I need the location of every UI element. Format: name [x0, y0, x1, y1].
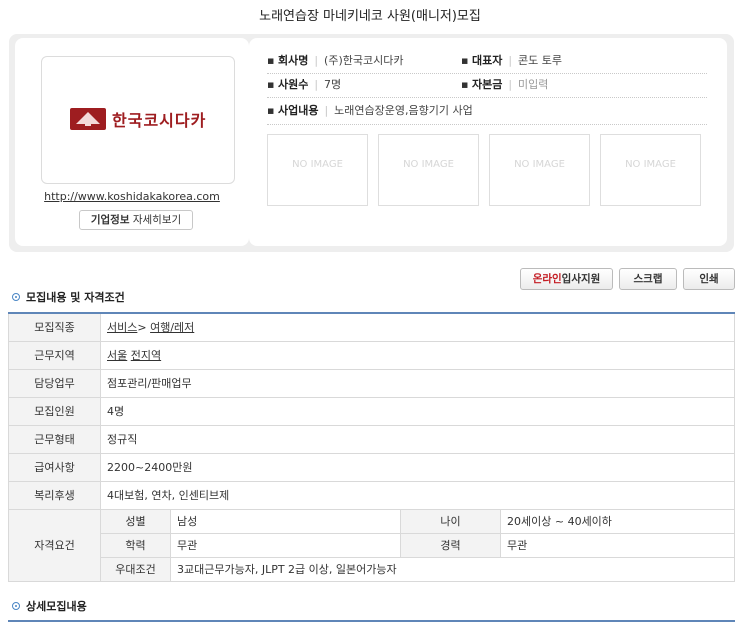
location-city-link[interactable]: 서울: [107, 349, 127, 362]
ceo-row: ▪ 대표자 | 콘도 토루: [461, 54, 563, 67]
requirements-title-text: 모집내용 및 자격조건: [26, 291, 125, 304]
welfare-label: 복리후생: [8, 480, 101, 510]
requirements-section-title: 모집내용 및 자격조건: [12, 290, 125, 306]
qualification-label: 자격요건: [8, 508, 101, 582]
job-type-category-link[interactable]: 서비스: [107, 321, 137, 334]
headcount-label: 모집인원: [8, 396, 101, 426]
capital-value: 미입력: [518, 78, 549, 91]
details-section-title: 상세모집내용: [12, 599, 87, 615]
location-label: 근무지역: [8, 340, 101, 370]
career-label: 경력: [400, 532, 501, 558]
company-info-panel: ▪ 회사명 | (주)한국코시다카 ▪ 대표자 | 콘도 토루 ▪ 사원수 | 7명 ▪ 자…: [249, 38, 727, 246]
education-value: 무관: [170, 532, 401, 558]
requirements-table: 모집직종 서비스> 여행/레저 근무지역 서울 전지역 담당업무 점포관리/판매…: [8, 312, 735, 582]
no-image-placeholder: NO IMAGE: [600, 134, 701, 206]
no-image-placeholder: NO IMAGE: [378, 134, 479, 206]
company-detail-button[interactable]: 기업정보 자세히보기: [79, 210, 193, 230]
age-label: 나이: [400, 508, 501, 534]
company-name-label: 회사명: [277, 54, 309, 67]
table-row: 담당업무 점포관리/판매업무: [8, 368, 735, 398]
table-row: 학력 무관 경력 무관: [9, 532, 735, 558]
section-divider: [8, 620, 735, 622]
detail-button-rest: 자세히보기: [129, 214, 182, 226]
salary-value: 2200~2400만원: [100, 452, 735, 482]
business-row: ▪ 사업내용 | 노래연습장운영,음향기기 사업: [267, 104, 473, 117]
welfare-value: 4대보험, 연차, 인센티브제: [100, 480, 735, 510]
capital-row: ▪ 자본금 | 미입력: [461, 78, 549, 91]
company-info-box: 한국코시다카 http://www.koshidakakorea.com 기업정…: [9, 34, 734, 252]
table-row: 급여사항 2200~2400만원: [8, 452, 735, 482]
apply-rest: 입사지원: [561, 273, 601, 285]
table-row: 우대조건 3교대근무가능자, JLPT 2급 이상, 일본어가능자: [9, 556, 735, 582]
homepage-link[interactable]: http://www.koshidakakorea.com: [15, 190, 249, 203]
ceo-value: 콘도 토루: [518, 54, 563, 67]
info-divider: [267, 97, 707, 98]
job-type-subcategory-link[interactable]: 여행/레저: [150, 321, 194, 334]
employees-row: ▪ 사원수 | 7명: [267, 78, 342, 91]
page-title: 노래연습장 마네키네코 사원(매니저)모집: [259, 9, 481, 24]
age-value: 20세이상 ~ 40세이하: [500, 508, 735, 534]
detail-button-bold: 기업정보: [90, 214, 130, 226]
career-value: 무관: [500, 532, 735, 558]
no-image-placeholder: NO IMAGE: [267, 134, 368, 206]
table-row: 모집직종 서비스> 여행/레저: [8, 312, 735, 342]
company-name-value: (주)한국코시다카: [324, 54, 404, 67]
preference-label: 우대조건: [100, 556, 171, 582]
table-row: 근무형태 정규직: [8, 424, 735, 454]
circle-bullet-icon: [12, 293, 20, 301]
capital-label: 자본금: [471, 78, 503, 91]
print-button[interactable]: 인쇄: [683, 268, 735, 290]
location-value: 서울 전지역: [100, 340, 735, 370]
logo-panel: 한국코시다카 http://www.koshidakakorea.com 기업정…: [15, 38, 249, 246]
gender-value: 남성: [170, 508, 401, 534]
location-area-link[interactable]: 전지역: [131, 349, 161, 362]
business-value: 노래연습장운영,음향기기 사업: [334, 104, 473, 117]
employees-value: 7명: [324, 78, 342, 91]
employment-label: 근무형태: [8, 424, 101, 454]
employment-value: 정규직: [100, 424, 735, 454]
no-image-placeholder: NO IMAGE: [489, 134, 590, 206]
business-label: 사업내용: [277, 104, 319, 117]
apply-accent: 온라인: [532, 273, 562, 285]
table-row: 근무지역 서울 전지역: [8, 340, 735, 370]
online-apply-button[interactable]: 온라인입사지원: [520, 268, 613, 290]
info-divider: [267, 73, 707, 74]
job-type-value: 서비스> 여행/레저: [100, 312, 735, 342]
headcount-value: 4명: [100, 396, 735, 426]
education-label: 학력: [100, 532, 171, 558]
duty-label: 담당업무: [8, 368, 101, 398]
salary-label: 급여사항: [8, 452, 101, 482]
employees-label: 사원수: [277, 78, 309, 91]
scrap-button[interactable]: 스크랩: [619, 268, 677, 290]
company-logo[interactable]: 한국코시다카: [41, 56, 235, 184]
duty-value: 점포관리/판매업무: [100, 368, 735, 398]
table-row: 자격요건 성별 남성 나이 20세이상 ~ 40세이하: [8, 508, 735, 582]
table-row: 모집인원 4명: [8, 396, 735, 426]
company-name-row: ▪ 회사명 | (주)한국코시다카: [267, 54, 404, 67]
details-title-text: 상세모집내용: [26, 600, 87, 613]
job-type-label: 모집직종: [8, 312, 101, 342]
circle-bullet-icon: [12, 602, 20, 610]
ceo-label: 대표자: [471, 54, 503, 67]
logo-mark-icon: [70, 108, 106, 130]
job-type-separator: >: [137, 321, 147, 335]
preference-value: 3교대근무가능자, JLPT 2급 이상, 일본어가능자: [170, 556, 735, 582]
info-divider: [267, 124, 707, 125]
logo-text: 한국코시다카: [112, 111, 207, 130]
table-row: 복리후생 4대보험, 연차, 인센티브제: [8, 480, 735, 510]
gender-label: 성별: [100, 508, 171, 534]
